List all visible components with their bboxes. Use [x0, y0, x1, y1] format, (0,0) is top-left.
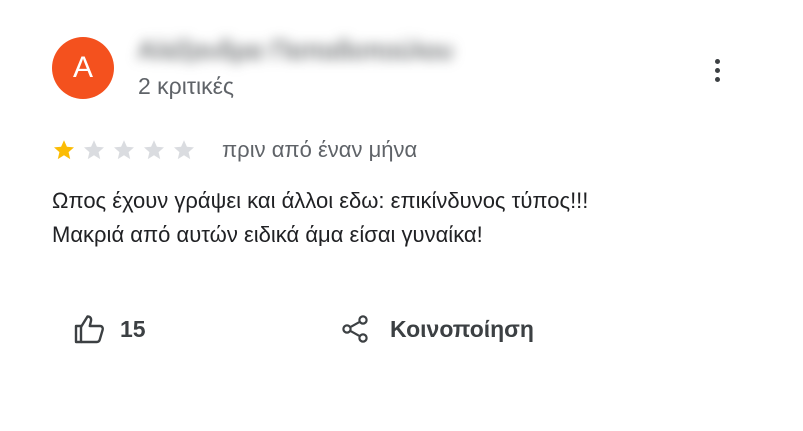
star-icon-empty	[112, 138, 136, 162]
more-options-button[interactable]	[700, 50, 734, 90]
like-count: 15	[120, 315, 146, 342]
like-button[interactable]: 15	[72, 306, 146, 352]
review-text: Ωπος έχουν γράψει και άλλοι εδω: επικίνδ…	[52, 184, 772, 252]
review-text-line: Μακριά από αυτών ειδικά άμα είσαι γυναίκ…	[52, 222, 483, 247]
share-icon	[340, 314, 370, 344]
author-name[interactable]: Αλέξανδρα Παπαδοπούλου	[138, 34, 468, 66]
avatar[interactable]: A	[52, 37, 114, 99]
share-label: Κοινοποίηση	[390, 315, 534, 342]
thumb-up-icon	[72, 312, 106, 346]
star-icon-filled	[52, 138, 76, 162]
star-icon-empty	[172, 138, 196, 162]
author-review-count: 2 κριτικές	[138, 73, 234, 99]
more-vert-icon	[714, 58, 720, 64]
review-text-line: Ωπος έχουν γράψει και άλλοι εδω: επικίνδ…	[52, 188, 589, 213]
review-date: πριν από έναν μήνα	[222, 137, 418, 162]
share-button[interactable]: Κοινοποίηση	[340, 306, 534, 352]
star-rating	[52, 135, 202, 165]
star-icon-empty	[142, 138, 166, 162]
review-card: A Αλέξανδρα Παπαδοπούλου 2 κριτικές πριν…	[0, 0, 803, 431]
review-actions: 15 Κοινοποίηση	[0, 306, 803, 356]
star-icon-empty	[82, 138, 106, 162]
